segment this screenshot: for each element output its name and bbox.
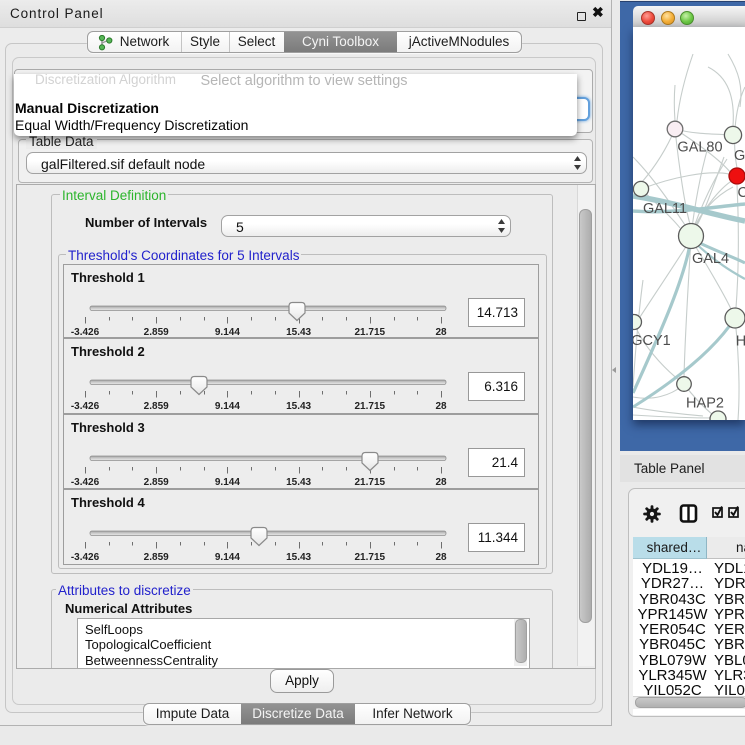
svg-text:28: 28 [435,401,447,412]
svg-text:GA: GA [734,148,745,164]
svg-text:-3.426: -3.426 [71,552,100,563]
svg-text:GCY1: GCY1 [633,333,671,349]
svg-text:15.43: 15.43 [286,477,311,488]
svg-text:21.715: 21.715 [355,477,386,488]
svg-text:C: C [738,185,745,201]
svg-text:GAL4: GAL4 [692,251,729,267]
svg-text:-3.426: -3.426 [71,477,100,488]
svg-text:21.715: 21.715 [355,552,386,563]
svg-text:28: 28 [435,477,447,488]
svg-text:15.43: 15.43 [286,327,311,337]
svg-text:21.715: 21.715 [355,401,386,412]
svg-text:-3.426: -3.426 [71,327,100,337]
svg-text:28: 28 [435,552,447,563]
svg-text:9.144: 9.144 [215,401,240,412]
svg-text:15.43: 15.43 [286,552,311,563]
svg-text:9.144: 9.144 [215,327,240,337]
svg-text:HAP2: HAP2 [686,396,724,412]
svg-text:2.859: 2.859 [144,327,169,337]
svg-text:2.859: 2.859 [144,552,169,563]
svg-text:-3.426: -3.426 [71,401,100,412]
svg-text:9.144: 9.144 [215,552,240,563]
svg-text:9.144: 9.144 [215,477,240,488]
svg-text:H: H [736,334,745,350]
svg-text:GAL80: GAL80 [677,140,722,156]
svg-text:GAL11: GAL11 [643,201,687,217]
svg-text:15.43: 15.43 [286,401,311,412]
svg-text:2.859: 2.859 [144,401,169,412]
svg-text:28: 28 [435,327,447,337]
svg-text:2.859: 2.859 [144,477,169,488]
svg-text:21.715: 21.715 [355,327,386,337]
